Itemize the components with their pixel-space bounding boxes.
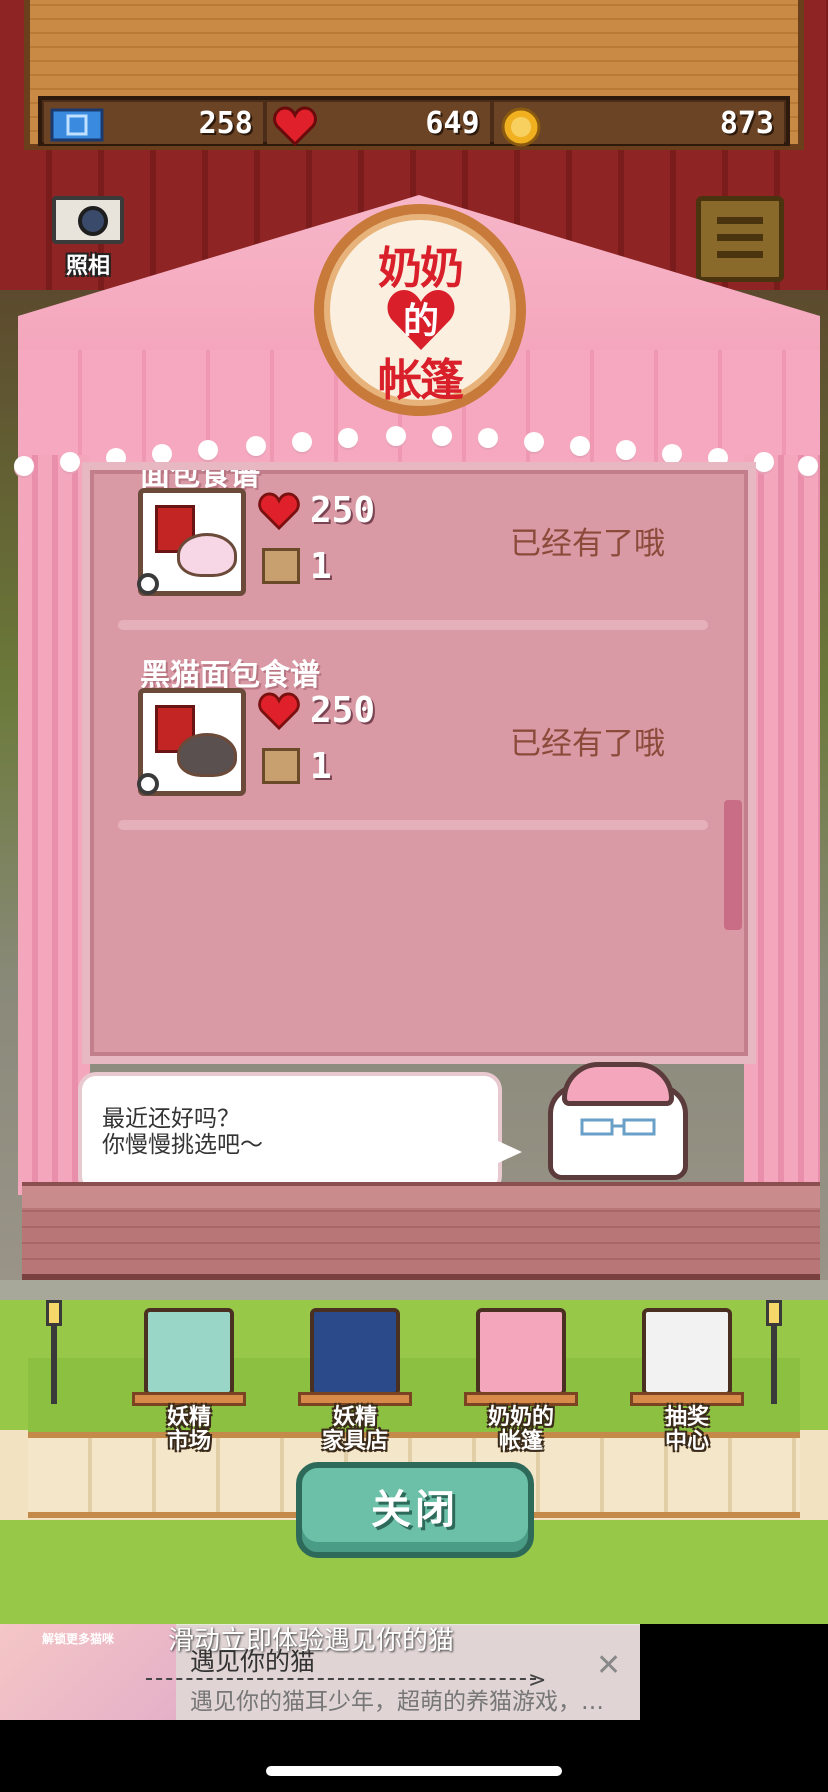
shop-label-line2: 市场 — [166, 1429, 211, 1454]
close-button-label: 关闭 — [371, 1487, 459, 1533]
speech-line1: 最近还好吗？ — [102, 1106, 240, 1132]
sign-text-line2: 的 — [402, 300, 439, 342]
recipe-list-panel[interactable]: 面包食谱 250 1 已经有了哦 黑猫面包食谱 250 1 已经有了哦 — [82, 462, 756, 1064]
ad-thumbnail-text: 解锁更多猫咪 — [42, 1632, 115, 1646]
shop-label-line2: 中心 — [664, 1429, 709, 1454]
heart-icon — [258, 692, 300, 730]
heart-price: 250 — [310, 490, 376, 531]
shop-base — [630, 1392, 744, 1406]
box-icon — [262, 748, 300, 784]
fairy-creature-icon — [177, 533, 237, 577]
shop-furniture-store[interactable]: 妖精 家具店 — [290, 1300, 420, 1460]
heart-icon — [258, 492, 300, 530]
box-icon — [262, 548, 300, 584]
sign-text-line3: 帐篷 — [378, 355, 464, 406]
shop-label-line1: 妖精 — [166, 1405, 211, 1430]
owned-status: 已经有了哦 — [510, 526, 665, 562]
shop-fairy-market[interactable]: 妖精 市场 — [124, 1300, 254, 1460]
box-price: 1 — [310, 546, 332, 587]
shop-base — [464, 1392, 578, 1406]
speech-text: 最近还好吗？ 你慢慢挑选吧～ — [102, 1106, 263, 1158]
shop-label: 奶奶的 帐篷 — [456, 1406, 586, 1454]
glasses-icon — [580, 1118, 656, 1136]
box-price: 1 — [310, 746, 332, 787]
shop-label: 妖精 市场 — [124, 1406, 254, 1454]
close-button[interactable]: 关闭 — [296, 1462, 534, 1558]
shop-label: 抽奖 中心 — [622, 1406, 752, 1454]
lottery-booth-icon — [642, 1308, 732, 1396]
shop-base — [298, 1392, 412, 1406]
shop-lottery-center[interactable]: 抽奖 中心 — [622, 1300, 752, 1460]
shop-label-line2: 帐篷 — [498, 1429, 543, 1454]
ad-swipe-prompt: 滑动立即体验遇见你的猫 — [168, 1626, 455, 1656]
counter-top — [22, 1182, 820, 1208]
ad-side-area — [640, 1624, 828, 1720]
tent-sign-badge: 奶奶 的 帐篷 — [314, 204, 526, 416]
grandma-tent-icon — [476, 1308, 566, 1396]
grandma-character — [540, 1062, 694, 1180]
shop-label: 妖精 家具店 — [290, 1406, 420, 1454]
divider — [118, 820, 708, 830]
speech-line2: 你慢慢挑选吧～ — [102, 1132, 263, 1158]
black-cat-icon — [177, 733, 237, 777]
close-icon[interactable]: ✕ — [596, 1648, 621, 1683]
home-indicator[interactable] — [266, 1766, 562, 1776]
street-lamp — [766, 1300, 782, 1406]
market-house-icon — [144, 1308, 234, 1396]
furniture-store-icon — [310, 1308, 400, 1396]
magnifier-icon[interactable] — [137, 573, 159, 595]
recipe-book-image[interactable] — [137, 688, 246, 796]
owned-status: 已经有了哦 — [510, 726, 665, 762]
recipe-book-image[interactable] — [137, 488, 246, 596]
street-lamp — [46, 1300, 62, 1406]
shop-base — [132, 1392, 246, 1406]
shop-label-line2: 家具店 — [321, 1429, 388, 1454]
ad-thumbnail[interactable]: 解锁更多猫咪 — [0, 1624, 176, 1720]
shop-label-line1: 奶奶的 — [487, 1405, 554, 1430]
wooden-counter — [22, 1208, 820, 1280]
shop-label-line1: 妖精 — [332, 1405, 377, 1430]
shop-grandma-tent[interactable]: 奶奶的 帐篷 — [456, 1300, 586, 1460]
lamp-icon — [46, 1300, 62, 1326]
heart-price: 250 — [310, 690, 376, 731]
shop-label-line1: 抽奖 — [664, 1405, 709, 1430]
speech-bubble: 最近还好吗？ 你慢慢挑选吧～ — [78, 1072, 502, 1194]
ad-description: 遇见你的猫耳少年，超萌的养猫游戏，… — [190, 1689, 604, 1715]
sign-text-line1: 奶奶 — [378, 243, 464, 294]
scrollbar[interactable] — [724, 800, 742, 930]
lamp-icon — [766, 1300, 782, 1326]
grandma-hat — [562, 1062, 674, 1106]
bottom-bar — [0, 1720, 828, 1792]
magnifier-icon[interactable] — [137, 773, 159, 795]
ad-banner[interactable]: 解锁更多猫咪 遇见你的猫 > 遇见你的猫耳少年，超萌的养猫游戏，… 滑动立即体验… — [0, 1624, 640, 1720]
divider — [118, 620, 708, 630]
